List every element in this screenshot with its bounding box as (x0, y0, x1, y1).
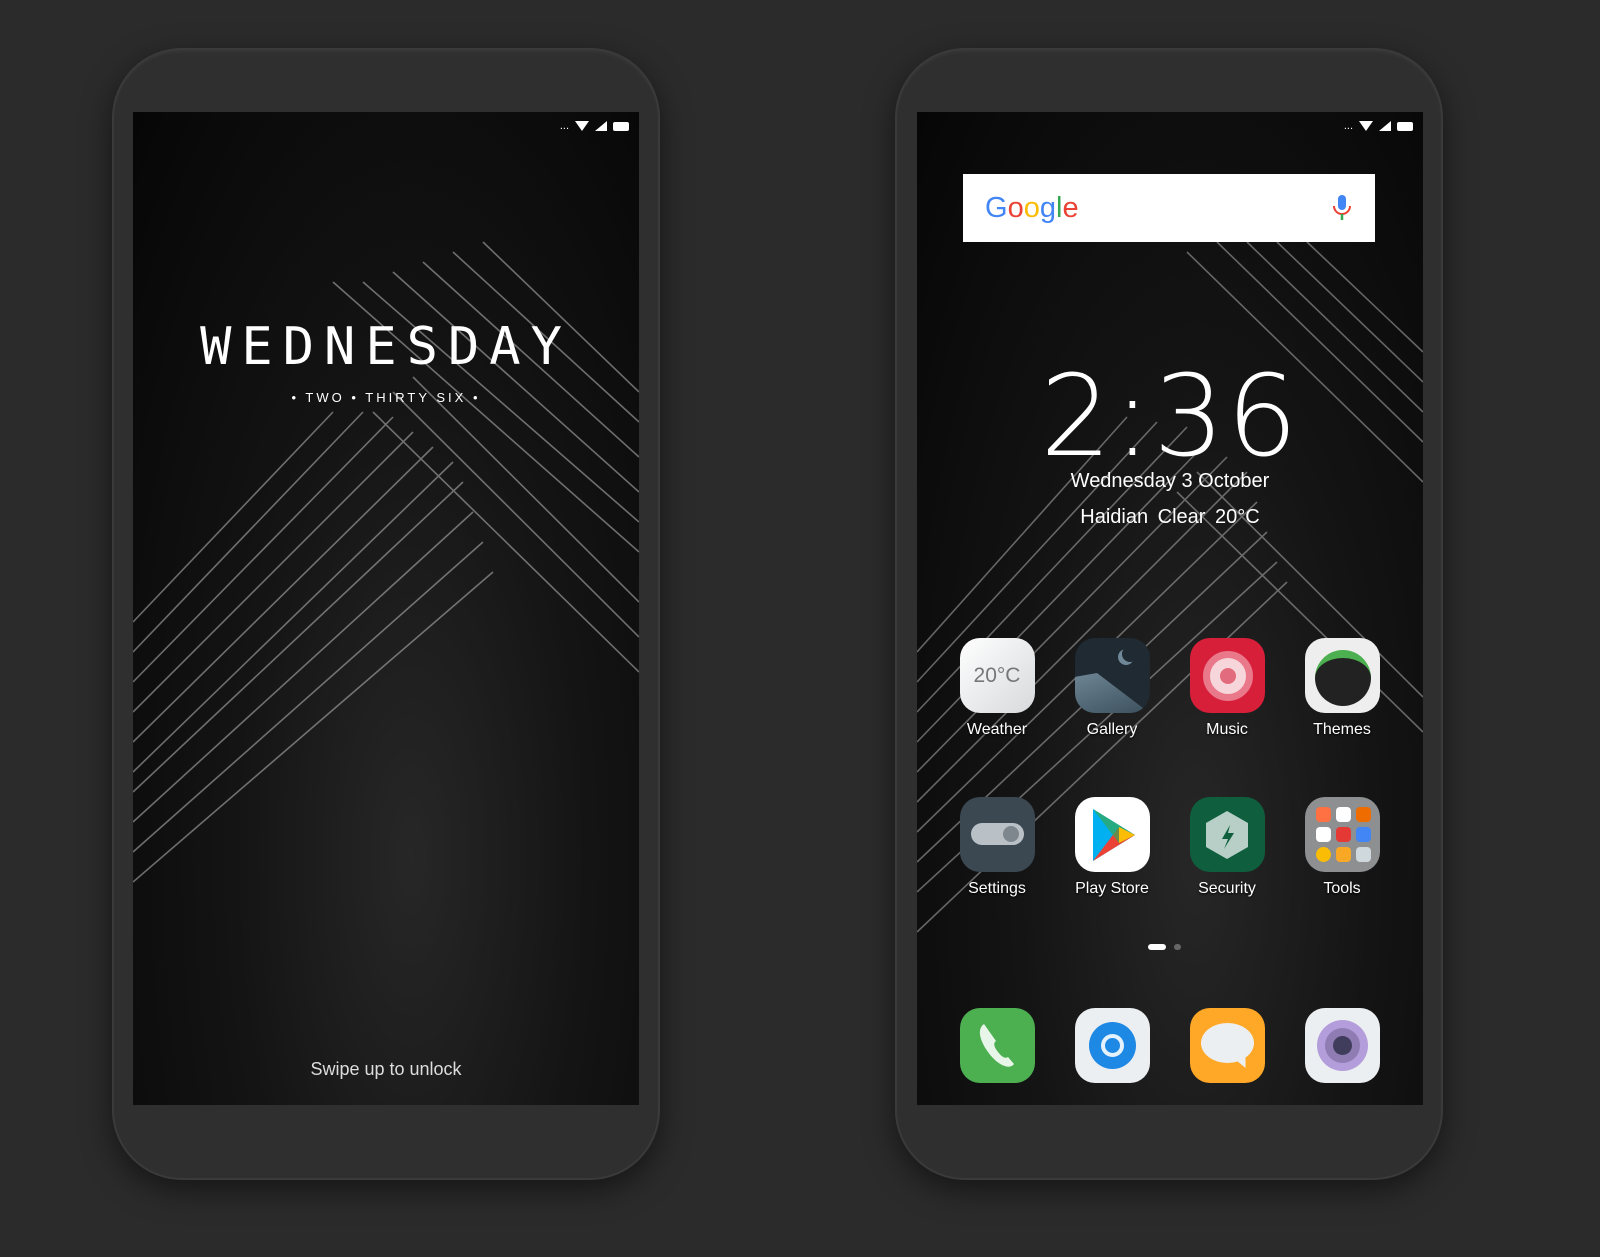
weather-icon: 20°C (959, 638, 1035, 713)
app-gallery[interactable]: Gallery (1057, 638, 1167, 739)
google-search-bar[interactable]: Google (963, 174, 1375, 242)
time-words: • TWO • THIRTY SIX • (291, 390, 481, 405)
app-weather[interactable]: 20°C Weather (942, 638, 1052, 739)
google-logo: Google (985, 191, 1079, 224)
browser-icon (1074, 1008, 1150, 1083)
weather-label: Haidian Clear 20°C (1080, 506, 1260, 528)
home-screen: ... Google 2:36 Wednesday 3 October Haid… (917, 112, 1423, 1105)
home-screen-phone: ... Google 2:36 Wednesday 3 October Haid… (895, 48, 1443, 1180)
dock-browser[interactable] (1057, 1008, 1167, 1083)
app-label: Themes (1313, 721, 1371, 738)
app-label: Music (1206, 721, 1248, 738)
clock-widget[interactable]: 2:36 (917, 352, 1423, 482)
phone-icon (959, 1008, 1035, 1083)
app-security[interactable]: Security (1172, 797, 1282, 898)
tools-folder-icon (1304, 797, 1380, 872)
wallpaper-lines (133, 241, 639, 883)
app-label: Gallery (1086, 721, 1138, 738)
app-themes[interactable]: Themes (1287, 638, 1397, 739)
security-icon (1189, 797, 1265, 872)
settings-icon (959, 797, 1035, 872)
day-label: WEDNESDAY (200, 317, 572, 377)
dock-camera[interactable] (1287, 1008, 1397, 1083)
messages-icon (1189, 1008, 1265, 1083)
date-label: Wednesday 3 October (1070, 470, 1270, 492)
app-label: Security (1198, 880, 1256, 897)
lock-screen[interactable]: ... WEDNESDAY • TWO • THIRTY SIX • Swipe… (133, 112, 639, 1105)
app-label: Play Store (1075, 880, 1149, 897)
themes-icon (1304, 638, 1380, 713)
battery-icon (613, 121, 629, 131)
page-dot-active[interactable] (1148, 944, 1166, 950)
notification-dots: ... (559, 120, 569, 132)
app-play-store[interactable]: Play Store (1057, 797, 1167, 898)
status-bar: ... (560, 120, 629, 132)
app-label: Weather (966, 721, 1028, 738)
wifi-icon (1359, 121, 1373, 131)
app-settings[interactable]: Settings (942, 797, 1052, 898)
music-icon (1189, 638, 1265, 713)
dock-phone[interactable] (942, 1008, 1052, 1083)
dock-messages[interactable] (1172, 1008, 1282, 1083)
notification-dots: ... (1343, 120, 1353, 132)
signal-icon (595, 121, 607, 131)
gallery-icon (1074, 638, 1150, 713)
mic-icon[interactable] (1331, 193, 1353, 223)
app-label: Settings (968, 880, 1026, 897)
app-tools-folder[interactable]: Tools (1287, 797, 1397, 898)
camera-icon (1304, 1008, 1380, 1083)
play-store-icon (1074, 797, 1150, 872)
lock-screen-phone: ... WEDNESDAY • TWO • THIRTY SIX • Swipe… (112, 48, 660, 1180)
wallpaper-lines (917, 241, 1423, 933)
page-indicator[interactable] (1148, 944, 1181, 950)
app-music[interactable]: Music (1172, 638, 1282, 739)
signal-icon (1379, 121, 1391, 131)
unlock-hint: Swipe up to unlock (310, 1059, 462, 1079)
battery-icon (1397, 121, 1413, 131)
status-bar: ... (1344, 120, 1413, 132)
page-dot[interactable] (1174, 944, 1181, 950)
app-label: Tools (1323, 880, 1361, 897)
wifi-icon (575, 121, 589, 131)
